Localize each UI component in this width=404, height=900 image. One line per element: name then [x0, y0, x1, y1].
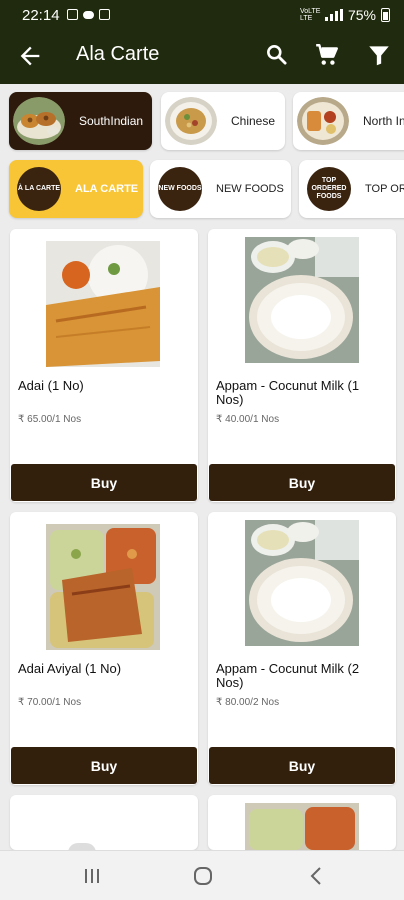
- category-label: NEW FOODS: [216, 183, 284, 195]
- product-card[interactable]: Appam - Cocunut Milk (2 Nos) ₹ 80.00/2 N…: [208, 512, 396, 785]
- buy-button[interactable]: Buy: [11, 747, 197, 784]
- cuisine-category-row: SouthIndian Chinese North In: [0, 92, 404, 152]
- appam-image: [245, 520, 359, 646]
- product-name: Appam - Cocunut Milk (1 Nos): [216, 378, 360, 407]
- cart-icon[interactable]: [314, 42, 340, 68]
- category-chip-new-foods[interactable]: NEW FOODS NEW FOODS: [150, 160, 291, 218]
- category-label: Chinese: [231, 114, 276, 128]
- system-nav-bar: [0, 850, 404, 900]
- page-title: Ala Carte: [76, 43, 160, 65]
- recent-apps-icon[interactable]: [81, 865, 103, 887]
- filter-icon[interactable]: [366, 42, 392, 68]
- product-card[interactable]: Adai Aviyal (1 No) ₹ 70.00/1 Nos Buy: [10, 512, 198, 785]
- adai-aviyal-image: [46, 524, 160, 650]
- nav-back-icon[interactable]: [306, 865, 328, 887]
- product-price: ₹ 80.00/2 Nos: [216, 697, 280, 708]
- category-chip-chinese[interactable]: Chinese: [161, 92, 285, 150]
- status-time: 22:14: [22, 7, 60, 24]
- new-foods-badge: NEW FOODS: [158, 167, 202, 211]
- status-right: VoLTE LTE 75%: [300, 7, 390, 23]
- product-name: Adai Aviyal (1 No): [18, 661, 122, 676]
- top-ordered-badge: TOP ORDERED FOODS: [307, 167, 351, 211]
- app-notification-icon: [99, 9, 110, 20]
- category-label: ALA CARTE: [75, 183, 139, 195]
- notification-icons: [67, 9, 110, 20]
- category-chip-north-indian[interactable]: North In: [293, 92, 404, 150]
- product-price: ₹ 70.00/1 Nos: [18, 697, 82, 708]
- product-card[interactable]: Adai (1 No) ₹ 65.00/1 Nos Buy: [10, 229, 198, 502]
- southindian-thumbnail: [13, 97, 65, 145]
- cloud-notification-icon: [83, 11, 94, 19]
- signal-icon: [324, 9, 343, 21]
- category-label: TOP OR: [365, 183, 404, 195]
- menu-category-row: À LA CARTE ALA CARTE NEW FOODS NEW FOODS…: [0, 160, 404, 220]
- north-indian-thumbnail: [297, 97, 349, 145]
- top-bar: 22:14 VoLTE LTE 75% Ala Carte: [0, 0, 404, 84]
- status-bar: 22:14 VoLTE LTE 75%: [0, 0, 404, 30]
- product-card-partial[interactable]: [10, 795, 198, 853]
- back-arrow-icon[interactable]: [16, 42, 44, 70]
- product-name: Appam - Cocunut Milk (2 Nos): [216, 661, 360, 690]
- gallery-notification-icon: [67, 9, 78, 20]
- category-chip-ala-carte[interactable]: À LA CARTE ALA CARTE: [9, 160, 143, 218]
- search-icon[interactable]: [264, 42, 290, 68]
- chinese-thumbnail: [165, 97, 217, 145]
- category-label: North In: [363, 114, 404, 128]
- adai-aviyal-image-partial: [245, 803, 359, 850]
- home-icon[interactable]: [192, 865, 214, 887]
- adai-image: [46, 241, 160, 367]
- battery-icon: [381, 8, 390, 22]
- battery-level: 75%: [347, 7, 376, 23]
- appam-image: [245, 237, 359, 363]
- ala-carte-badge: À LA CARTE: [17, 167, 61, 211]
- product-price: ₹ 65.00/1 Nos: [18, 414, 82, 425]
- buy-button[interactable]: Buy: [11, 464, 197, 501]
- product-price: ₹ 40.00/1 Nos: [216, 414, 280, 425]
- buy-button[interactable]: Buy: [209, 464, 395, 501]
- network-label: VoLTE LTE: [299, 8, 321, 22]
- product-card-partial[interactable]: [208, 795, 396, 850]
- category-label: SouthIndian: [79, 114, 144, 128]
- app-bar: Ala Carte: [0, 30, 404, 82]
- product-card[interactable]: Appam - Cocunut Milk (1 Nos) ₹ 40.00/1 N…: [208, 229, 396, 502]
- buy-button[interactable]: Buy: [209, 747, 395, 784]
- product-name: Adai (1 No): [18, 378, 84, 393]
- category-chip-southindian[interactable]: SouthIndian: [9, 92, 152, 150]
- category-chip-top-ordered[interactable]: TOP ORDERED FOODS TOP OR: [299, 160, 404, 218]
